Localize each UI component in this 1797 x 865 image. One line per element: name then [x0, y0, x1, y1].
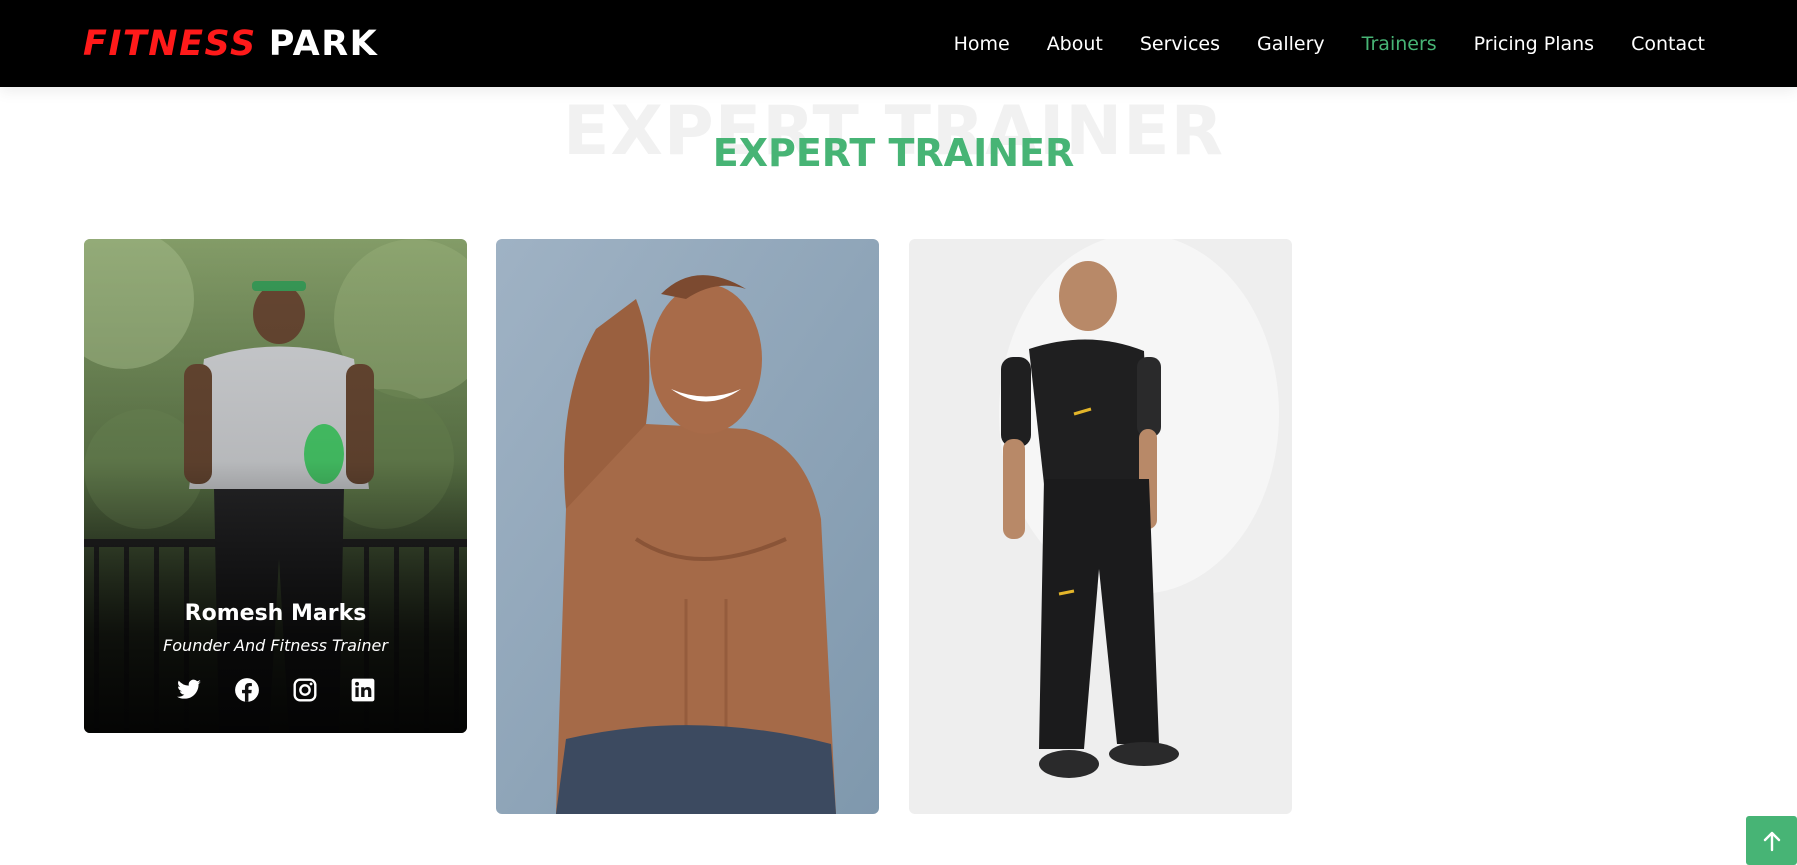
- facebook-icon[interactable]: [234, 677, 260, 703]
- nav-services[interactable]: Services: [1140, 33, 1220, 55]
- brand-logo[interactable]: FITNESS PARK: [83, 22, 378, 66]
- arrow-up-icon: [1763, 831, 1780, 851]
- trainer-card[interactable]: Romesh Marks Founder And Fitness Trainer: [84, 239, 467, 733]
- instagram-icon[interactable]: [292, 677, 318, 703]
- trainer-card[interactable]: [909, 239, 1292, 814]
- back-to-top-button[interactable]: [1746, 816, 1797, 865]
- trainer-role: Founder And Fitness Trainer: [163, 636, 388, 655]
- main-nav: Home About Services Gallery Trainers Pri…: [917, 0, 1705, 87]
- trainer-name: Romesh Marks: [184, 601, 367, 626]
- nav-about[interactable]: About: [1047, 33, 1103, 55]
- twitter-icon[interactable]: [176, 677, 202, 703]
- trainer-photo: [496, 239, 879, 814]
- brand-logo-part1: FITNESS: [83, 24, 257, 64]
- social-links: [84, 677, 467, 703]
- trainer-info: Romesh Marks Founder And Fitness Trainer: [84, 601, 467, 703]
- trainer-photo: [909, 239, 1292, 814]
- nav-gallery[interactable]: Gallery: [1257, 33, 1325, 55]
- brand-logo-part2: PARK: [268, 24, 379, 64]
- nav-home[interactable]: Home: [954, 33, 1010, 55]
- linkedin-icon[interactable]: [350, 677, 376, 703]
- trainer-card[interactable]: [496, 239, 879, 814]
- nav-contact[interactable]: Contact: [1631, 33, 1705, 55]
- site-header: FITNESS PARK Home About Services Gallery…: [0, 0, 1797, 87]
- section-title: EXPERT TRAINER: [712, 131, 1075, 175]
- nav-trainers[interactable]: Trainers: [1362, 33, 1437, 55]
- nav-pricing-plans[interactable]: Pricing Plans: [1474, 33, 1594, 55]
